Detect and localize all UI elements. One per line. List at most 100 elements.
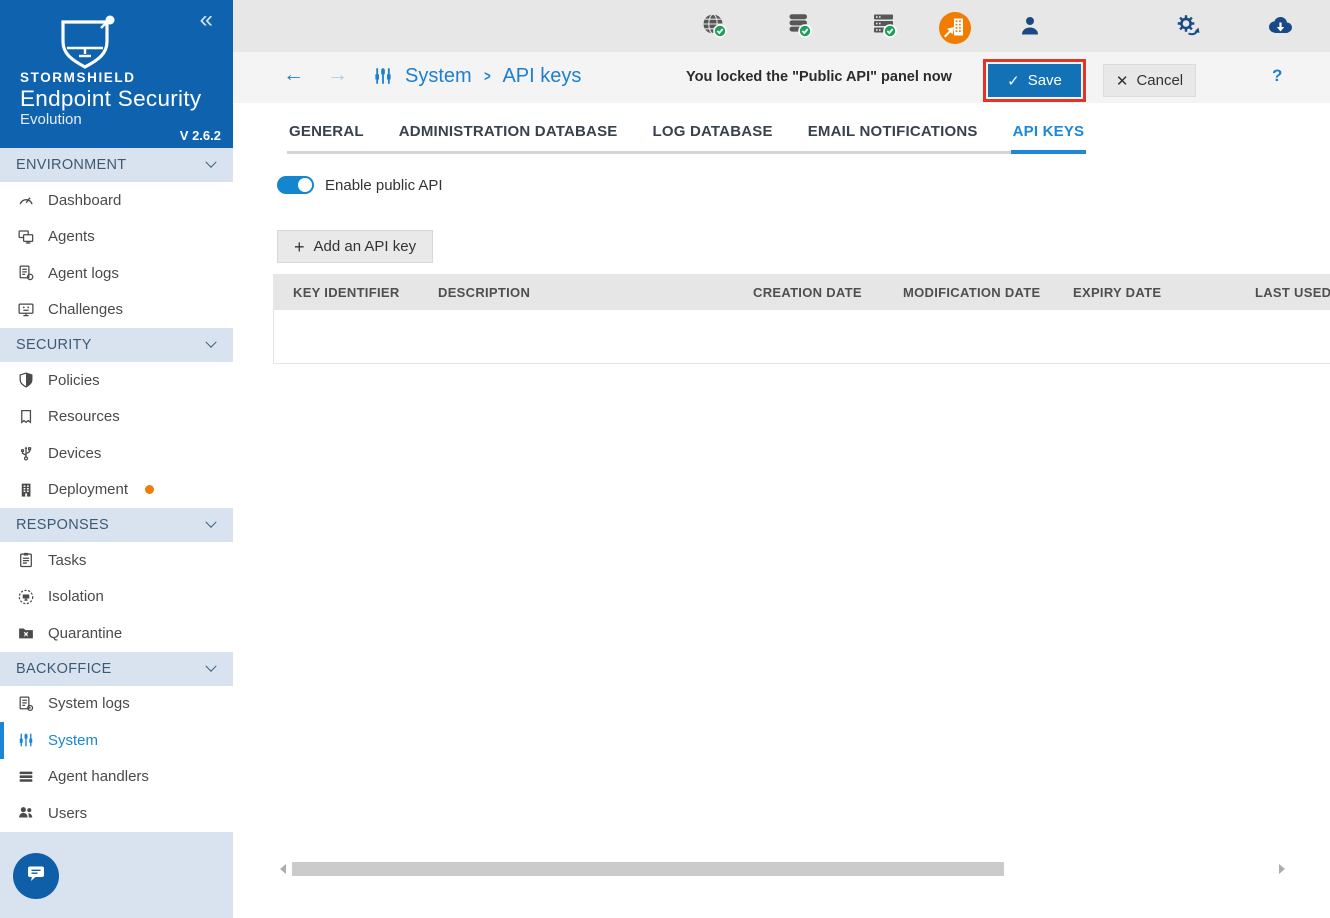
log-database-status-icon[interactable] (871, 12, 899, 40)
tasks-icon (16, 551, 35, 569)
resources-icon (16, 408, 35, 426)
toggle-label: Enable public API (325, 176, 443, 194)
unsaved-changes-dot (145, 485, 155, 495)
sidebar-item-label: System (48, 731, 99, 749)
system-sliders-icon (372, 63, 394, 89)
sidebar-item-isolation[interactable]: Isolation (0, 578, 233, 615)
sidebar-item-dashboard[interactable]: Dashboard (0, 182, 233, 219)
api-keys-table: KEY IDENTIFIER DESCRIPTION CREATION DATE… (273, 274, 1330, 364)
plus-icon: + (294, 236, 305, 257)
sidebar-item-system[interactable]: System (0, 722, 233, 759)
cloud-download-icon[interactable] (1265, 14, 1295, 38)
sidebar-item-label: Agent logs (48, 264, 119, 282)
scroll-right-arrow[interactable] (1279, 864, 1285, 874)
breadcrumb-separator-icon: > (483, 67, 491, 85)
enable-public-api-toggle[interactable] (277, 176, 314, 194)
breadcrumb: System > API keys (372, 63, 581, 89)
tab-email-notifications[interactable]: EMAIL NOTIFICATIONS (806, 123, 980, 154)
toolbar: ← → System > API keys You locked the "Pu… (233, 52, 1330, 103)
sidebar-item-label: System logs (48, 695, 130, 713)
section-label: RESPONSES (16, 517, 109, 533)
collapse-sidebar-icon[interactable]: « (200, 8, 213, 32)
help-button[interactable]: ? (1272, 66, 1282, 86)
sidebar-item-users[interactable]: Users (0, 795, 233, 832)
tab-general[interactable]: GENERAL (287, 123, 366, 154)
sidebar-item-devices[interactable]: Devices (0, 435, 233, 472)
col-creation-date: CREATION DATE (753, 285, 862, 300)
brand-name: STORMSHIELD (20, 70, 136, 85)
challenges-icon (16, 301, 35, 319)
breadcrumb-parent[interactable]: System (405, 65, 472, 88)
chevron-down-icon (205, 516, 217, 528)
sidebar-item-label: Resources (48, 408, 120, 426)
quarantine-icon (16, 624, 35, 642)
breadcrumb-current: API keys (502, 64, 582, 87)
administration-database-status-icon[interactable] (786, 12, 814, 40)
horizontal-scrollbar-thumb[interactable] (292, 862, 1004, 876)
sidebar-item-label: Isolation (48, 588, 104, 606)
back-arrow[interactable]: ← (283, 63, 304, 87)
enable-public-api-row: Enable public API (277, 176, 443, 194)
sidebar-footer (0, 831, 233, 918)
brand-product: Endpoint Security (20, 85, 202, 111)
tab-log-database[interactable]: LOG DATABASE (651, 123, 775, 154)
scroll-left-arrow[interactable] (280, 864, 286, 874)
stormshield-logo-icon (55, 15, 123, 76)
deployment-pending-icon[interactable] (936, 9, 974, 47)
feedback-chat-button[interactable] (13, 852, 59, 899)
chat-bubble-icon (24, 861, 48, 890)
cancel-button[interactable]: ✕ Cancel (1103, 64, 1196, 97)
sidebar-item-system-logs[interactable]: System logs (0, 685, 233, 722)
table-header: KEY IDENTIFIER DESCRIPTION CREATION DATE… (273, 274, 1330, 310)
empty-table-row (273, 310, 1330, 364)
policies-icon (16, 371, 35, 389)
sidebar-item-label: Challenges (48, 301, 124, 319)
system-icon (16, 731, 35, 749)
sidebar-item-label: Tasks (48, 551, 87, 569)
col-description: DESCRIPTION (438, 285, 531, 300)
save-button[interactable]: ✓ Save (983, 59, 1086, 102)
add-api-key-label: Add an API key (313, 238, 417, 255)
sidebar-item-policies[interactable]: Policies (0, 362, 233, 399)
public-api-status-icon[interactable] (701, 12, 729, 40)
main-area: ← → System > API keys You locked the "Pu… (233, 0, 1330, 918)
devices-icon (16, 444, 35, 462)
save-label: Save (1027, 72, 1062, 89)
brand-header: « STORMSHIELD Endpoint Security Evolutio… (0, 0, 233, 148)
lock-status-message: You locked the "Public API" panel now (686, 69, 952, 85)
section-security[interactable]: SECURITY (0, 328, 233, 362)
chevron-down-icon (205, 660, 217, 672)
section-label: SECURITY (16, 337, 92, 353)
user-account-icon[interactable] (1017, 13, 1043, 39)
content-panel: GENERAL ADMINISTRATION DATABASE LOG DATA… (233, 103, 1330, 918)
col-modification-date: MODIFICATION DATE (903, 285, 1041, 300)
sidebar-item-agent-handlers[interactable]: Agent handlers (0, 758, 233, 795)
deployment-icon (16, 481, 35, 499)
col-last-used: LAST USED (1255, 285, 1330, 300)
section-environment[interactable]: ENVIRONMENT (0, 148, 233, 182)
sidebar-item-label: Agents (48, 228, 95, 246)
tab-api-keys[interactable]: API KEYS (1010, 123, 1087, 154)
sidebar-item-tasks[interactable]: Tasks (0, 542, 233, 579)
sidebar-item-quarantine[interactable]: Quarantine (0, 615, 233, 652)
cancel-label: Cancel (1136, 72, 1184, 89)
section-responses[interactable]: RESPONSES (0, 508, 233, 542)
sidebar-item-agents[interactable]: Agents (0, 218, 233, 255)
check-icon: ✓ (1007, 72, 1020, 90)
sidebar-item-label: Policies (48, 371, 100, 389)
section-label: ENVIRONMENT (16, 157, 127, 173)
sidebar-item-agent-logs[interactable]: Agent logs (0, 255, 233, 292)
sidebar-item-label: Users (48, 804, 88, 822)
tab-administration-database[interactable]: ADMINISTRATION DATABASE (397, 123, 620, 154)
sidebar-item-label: Quarantine (48, 624, 123, 642)
sidebar-item-label: Agent handlers (48, 768, 149, 786)
sidebar-item-resources[interactable]: Resources (0, 398, 233, 435)
services-gear-icon[interactable] (1175, 13, 1202, 40)
agent-logs-icon (16, 264, 35, 282)
sidebar-item-challenges[interactable]: Challenges (0, 291, 233, 328)
system-logs-icon (16, 695, 35, 713)
add-api-key-button[interactable]: + Add an API key (277, 230, 434, 263)
forward-arrow[interactable]: → (327, 63, 348, 87)
section-backoffice[interactable]: BACKOFFICE (0, 651, 233, 686)
sidebar-item-deployment[interactable]: Deployment (0, 471, 233, 508)
